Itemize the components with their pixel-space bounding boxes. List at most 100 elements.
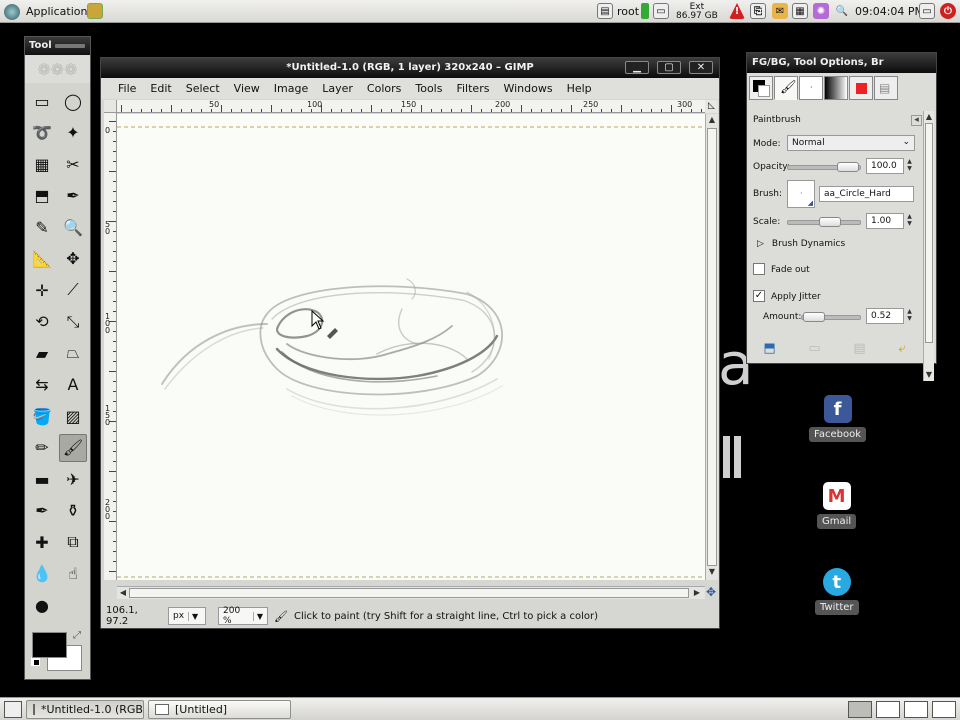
mode-select[interactable]: Normal ⌄ — [787, 135, 915, 151]
menu-image[interactable]: Image — [267, 82, 315, 95]
opacity-spinner[interactable]: ▲ ▼ — [905, 158, 914, 174]
amount-input[interactable]: 0.52 — [866, 308, 904, 324]
bucket-fill-icon[interactable]: 🪣 — [28, 402, 56, 430]
flip-icon[interactable]: ⇆ — [28, 371, 56, 399]
toolbox-title-bar[interactable]: Tool — [25, 37, 90, 55]
scroll-down-icon[interactable]: ▼ — [924, 369, 934, 381]
scroll-right-icon[interactable]: ▶ — [691, 587, 703, 599]
maximize-button[interactable]: ▢ — [657, 61, 681, 74]
unit-select[interactable]: px ▼ — [168, 607, 206, 625]
horizontal-scroll-thumb[interactable] — [129, 588, 689, 598]
apply-jitter-checkbox[interactable]: ✓ — [753, 290, 765, 302]
blur-icon[interactable]: 💧 — [28, 560, 56, 588]
free-select-icon[interactable]: ➰ — [28, 119, 56, 147]
scale-spinner[interactable]: ▲ ▼ — [905, 213, 914, 229]
panel-menu-icon[interactable]: ◂ — [911, 115, 922, 126]
airbrush-icon[interactable]: ✈ — [59, 465, 87, 493]
drive-icon[interactable]: ▭ — [653, 3, 669, 19]
move-icon[interactable]: ✥ — [59, 245, 87, 273]
foreground-select-icon[interactable]: ⬒ — [28, 182, 56, 210]
horizontal-scrollbar[interactable]: ◀ ▶ — [117, 586, 705, 599]
tab-gradients[interactable] — [824, 76, 848, 100]
paintbrush-icon[interactable]: 🖌 — [59, 433, 87, 462]
menu-windows[interactable]: Windows — [496, 82, 559, 95]
scale-icon[interactable]: ⤡ — [59, 308, 87, 336]
tab-fg-bg[interactable] — [749, 76, 773, 100]
menu-colors[interactable]: Colors — [360, 82, 408, 95]
navigate-button[interactable]: ◺ — [705, 100, 718, 113]
search-icon[interactable]: 🔍 — [834, 3, 850, 19]
blend-icon[interactable]: ▨ — [59, 402, 87, 430]
close-button[interactable]: ✕ — [689, 61, 713, 74]
vertical-scroll-thumb[interactable] — [707, 128, 717, 566]
workspace-3[interactable] — [904, 701, 928, 718]
save-options-icon[interactable]: ⬒ — [763, 341, 775, 356]
scroll-left-icon[interactable]: ◀ — [117, 587, 129, 599]
menu-file[interactable]: File — [111, 82, 143, 95]
eraser-icon[interactable]: ▬ — [28, 465, 56, 493]
dock-scrollbar[interactable]: ▲ ▼ — [923, 111, 934, 381]
color-picker-icon[interactable]: ✎ — [28, 213, 56, 241]
smudge-icon[interactable]: ☝ — [59, 560, 87, 588]
amount-spinner[interactable]: ▲ ▼ — [905, 308, 914, 324]
desktop-icon-twitter[interactable]: t Twitter — [815, 568, 859, 615]
restore-options-icon[interactable]: ▭ — [808, 341, 820, 356]
brush-dynamics-expander[interactable]: ▷ Brush Dynamics — [757, 239, 845, 249]
zoom-icon[interactable]: 🔍 — [59, 213, 87, 241]
measure-icon[interactable]: 📐 — [28, 245, 56, 273]
scroll-up-icon[interactable]: ▲ — [706, 114, 718, 126]
pencil-icon[interactable]: ✏ — [28, 434, 56, 462]
workspace-1[interactable] — [848, 701, 872, 718]
perspective-clone-icon[interactable]: ⧉ — [59, 528, 87, 556]
desktop-icon-facebook[interactable]: f Facebook — [809, 395, 866, 442]
reset-colors-icon[interactable] — [31, 657, 40, 666]
ellipse-select-icon[interactable]: ◯ — [59, 87, 87, 115]
color-select-icon[interactable]: ▦ — [28, 150, 56, 178]
image-window-title-bar[interactable]: *Untitled-1.0 (RGB, 1 layer) 320x240 – G… — [101, 58, 719, 78]
notes-icon[interactable]: ▤ — [597, 3, 613, 19]
fuzzy-select-icon[interactable]: ✦ — [59, 119, 87, 147]
clipboard-icon[interactable]: ⎘ — [750, 3, 766, 19]
menu-tools[interactable]: Tools — [408, 82, 449, 95]
tab-fonts[interactable]: ▤ — [874, 76, 898, 100]
app-launcher-icon[interactable] — [87, 3, 103, 19]
scissors-icon[interactable]: ✂ — [59, 150, 87, 178]
warning-icon[interactable]: ! — [729, 3, 745, 19]
image-canvas[interactable] — [117, 114, 705, 580]
rect-select-icon[interactable]: ▭ — [28, 87, 56, 115]
mail-icon[interactable]: ✉ — [772, 3, 788, 19]
settings-icon[interactable]: ✺ — [813, 3, 829, 19]
menu-edit[interactable]: Edit — [143, 82, 178, 95]
crop-icon[interactable]: ⟋ — [59, 276, 87, 304]
brush-name-field[interactable]: aa_Circle_Hard — [819, 186, 914, 202]
task-untitled[interactable]: [Untitled] — [148, 700, 291, 719]
scale-input[interactable]: 1.00 — [866, 213, 904, 229]
display-icon[interactable]: ▭ — [919, 3, 935, 19]
opacity-slider-thumb[interactable] — [837, 162, 859, 172]
dock-scroll-thumb[interactable] — [925, 123, 933, 343]
power-icon[interactable]: ⏻ — [940, 3, 956, 19]
ink-icon[interactable]: ✒ — [28, 497, 56, 525]
show-desktop-button[interactable] — [4, 701, 22, 718]
applications-menu[interactable]: Applications — [4, 0, 93, 23]
heal-icon[interactable]: ✚ — [28, 528, 56, 556]
reset-options-icon[interactable]: ⤶ — [898, 341, 905, 356]
menu-help[interactable]: Help — [560, 82, 599, 95]
fade-out-checkbox[interactable] — [753, 263, 765, 275]
ruler-corner[interactable] — [104, 100, 117, 113]
scroll-down-icon[interactable]: ▼ — [706, 566, 718, 578]
vertical-scrollbar[interactable]: ▲ ▼ — [705, 114, 718, 580]
tab-brushes[interactable]: · — [799, 76, 823, 100]
network-icon[interactable]: ▦ — [792, 3, 808, 19]
foreground-color-front[interactable] — [32, 632, 67, 658]
task-gimp-image[interactable]: *Untitled-1.0 (RGB, 1 ... — [26, 700, 144, 719]
clone-icon[interactable]: ⚱ — [59, 497, 87, 525]
horizontal-ruler[interactable]: 50 100 150 200 250 300 — [117, 100, 705, 113]
workspace-2[interactable] — [876, 701, 900, 718]
opacity-input[interactable]: 100.0 — [866, 158, 904, 174]
dock-title-bar[interactable]: FG/BG, Tool Options, Br — [747, 53, 936, 73]
paths-icon[interactable]: ✒ — [59, 182, 87, 210]
navigate-canvas-icon[interactable]: ✥ — [705, 586, 717, 598]
clock[interactable]: 09:04:04 PM — [855, 0, 924, 23]
desktop-icon-gmail[interactable]: M Gmail — [817, 482, 857, 529]
